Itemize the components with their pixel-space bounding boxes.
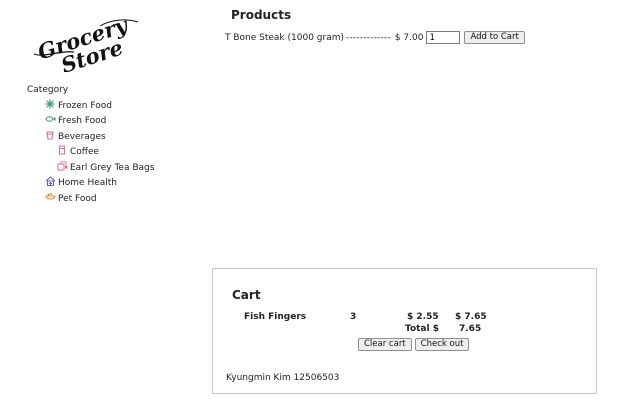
cart-total-label: Total $ [405,324,439,334]
cart-total-row: Total $ 7.65 [213,324,596,336]
cart-buttons: Clear cart Check out [358,338,470,351]
category-label: Pet Food [58,193,97,204]
cart-item-total: $ 7.65 [455,312,487,322]
category-label: Frozen Food [58,100,112,111]
product-separator: ------------- [346,32,391,43]
category-item-home-health[interactable]: Home Health [45,176,154,192]
category-item-pet-food[interactable]: Pet Food [45,191,154,207]
cart-item-row: Fish Fingers 3 $ 2.55 $ 7.65 [213,312,596,324]
clear-cart-button[interactable]: Clear cart [358,338,412,351]
products-section: Products [231,8,291,22]
add-to-cart-button[interactable]: Add to Cart [464,31,525,44]
category-label: Coffee [70,147,100,158]
quantity-input[interactable] [426,31,461,44]
cup-icon [45,130,56,140]
category-label: Beverages [58,131,106,142]
cart-panel: Cart Fish Fingers 3 $ 2.55 $ 7.65 Total … [212,268,597,394]
tea-bag-icon [57,161,68,171]
beverages-subcategory-list: Coffee Earl Grey Tea Bags [45,145,154,176]
category-item-frozen-food[interactable]: Frozen Food [45,98,154,114]
fish-icon [45,114,56,124]
check-out-button[interactable]: Check out [414,338,470,351]
products-heading: Products [231,8,292,22]
category-item-fresh-food[interactable]: Fresh Food [45,114,154,130]
cart-item-name: Fish Fingers [244,312,307,322]
category-item-coffee[interactable]: Coffee [57,145,154,161]
category-item-earl-grey-tea-bags[interactable]: Earl Grey Tea Bags [57,160,154,176]
cart-item-quantity: 3 [350,312,357,322]
house-icon [45,176,56,187]
cart-item-price: $ 2.55 [407,312,439,322]
product-price: $ 7.00 [394,32,424,43]
coffee-pot-icon [57,145,68,155]
category-heading: Category [27,85,69,95]
grocery-store-logo: Grocery Store [30,14,148,72]
cart-total-value: 7.65 [459,324,482,334]
product-row: T Bone Steak (1000 gram) ------------- $… [225,31,525,44]
category-label: Fresh Food [58,116,107,127]
category-list: Frozen Food Fresh Food Beverages Coffee … [27,98,154,207]
author-credit: Kyungmin Kim 12506503 [226,373,340,383]
category-label: Home Health [58,178,117,189]
product-name: T Bone Steak (1000 gram) [225,32,344,43]
category-label: Earl Grey Tea Bags [70,162,155,173]
snowflake-icon [45,99,56,109]
cart-heading: Cart [232,288,261,302]
category-sidebar: Category Frozen Food Fresh Food Beverage… [27,84,154,207]
pet-bowl-icon [45,192,56,202]
category-item-beverages[interactable]: Beverages [45,129,154,145]
